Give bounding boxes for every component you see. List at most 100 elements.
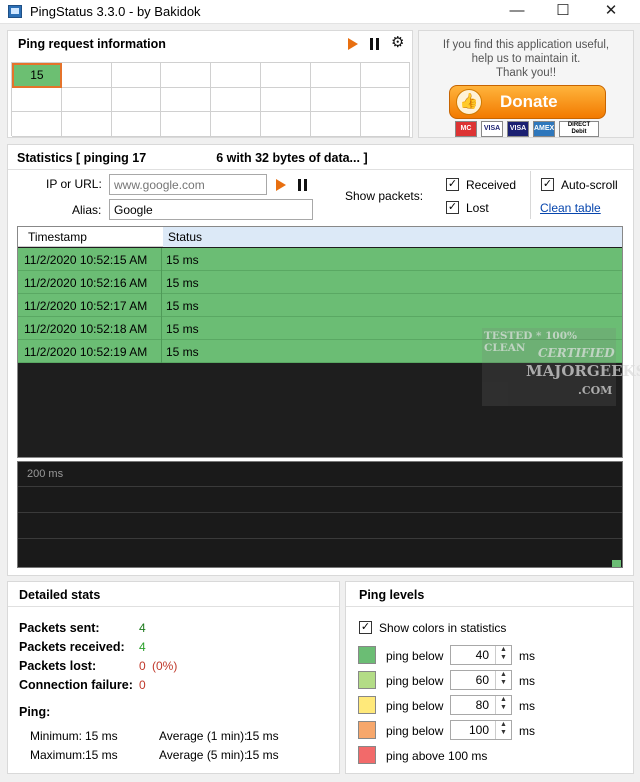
- ping-request-cell: [111, 112, 162, 137]
- show-colors-label: Show colors in statistics: [379, 621, 507, 635]
- level-value-stepper[interactable]: 80 ▲ ▼: [450, 695, 512, 715]
- clean-table-link[interactable]: Clean table: [540, 201, 601, 215]
- table-header: Timestamp Status: [18, 227, 622, 247]
- packets-received-label: Packets received:: [19, 640, 125, 654]
- lost-label: Lost: [466, 201, 489, 215]
- donate-button-label: Donate: [500, 92, 558, 111]
- minimize-button[interactable]: —: [494, 0, 540, 24]
- ip-label: IP or URL:: [46, 177, 102, 191]
- ping-request-grid: 15: [11, 62, 411, 137]
- level-value: 100: [468, 723, 489, 737]
- packets-lost-label: Packets lost:: [19, 659, 97, 673]
- ping-request-cell: [360, 63, 411, 88]
- row-status: 15 ms: [166, 253, 199, 267]
- statistics-title-text: Statistics [ pinging 17: [17, 151, 147, 165]
- ping-request-cell: [61, 63, 112, 88]
- level-value-stepper[interactable]: 40 ▲ ▼: [450, 645, 512, 665]
- ping-request-cell: [61, 112, 112, 137]
- packets-lost-value: 0: [139, 659, 146, 673]
- graph-scale-label: 200 ms: [27, 468, 64, 480]
- avg5-value: 15 ms: [246, 748, 279, 762]
- ping-request-cell: [111, 87, 162, 113]
- ip-url-input[interactable]: [109, 174, 267, 195]
- received-checkbox[interactable]: ✓: [446, 178, 459, 191]
- level-unit: ms: [519, 674, 535, 688]
- ping-label: Ping:: [19, 705, 51, 719]
- level-color-swatch[interactable]: [358, 671, 376, 689]
- spin-arrows-icon[interactable]: ▲ ▼: [495, 696, 511, 714]
- ping-request-cell: [12, 87, 62, 113]
- ping-request-cell: [211, 87, 261, 113]
- alias-label: Alias:: [72, 203, 102, 217]
- level-color-swatch[interactable]: [358, 721, 376, 739]
- avg1-value: 15 ms: [246, 729, 279, 743]
- ping-request-cell: [12, 112, 62, 137]
- lost-checkbox[interactable]: ✓: [446, 201, 459, 214]
- level-value-stepper[interactable]: 100 ▲ ▼: [450, 720, 512, 740]
- timestamp-header[interactable]: Timestamp: [28, 230, 87, 244]
- maximize-button[interactable]: ☐: [540, 0, 586, 24]
- received-label: Received: [466, 178, 517, 192]
- donate-line-2: help us to maintain it.: [471, 53, 581, 65]
- max-value: 15 ms: [85, 748, 118, 762]
- gear-icon[interactable]: ⚙: [391, 35, 404, 50]
- title-bar: PingStatus 3.3.0 - by Bakidok — ☐ ✕: [0, 0, 640, 24]
- start-ping-icon[interactable]: [276, 179, 286, 191]
- pause-icon[interactable]: [370, 38, 379, 50]
- amex-icon: AMEX: [533, 121, 555, 137]
- packets-lost-percent: (0%): [152, 659, 178, 673]
- ping-request-cell: [360, 87, 411, 113]
- ping-request-cell: [211, 112, 261, 137]
- ping-request-cell: [161, 112, 212, 137]
- row-status: 15 ms: [166, 345, 199, 359]
- show-packets-label: Show packets:: [345, 189, 424, 203]
- watermark-line-2: CERTIFIED: [538, 346, 615, 360]
- ping-request-title: Ping request information: [18, 37, 166, 51]
- detailed-stats-title: Detailed stats: [19, 588, 101, 602]
- level-color-swatch[interactable]: [358, 746, 376, 764]
- avg1-label: Average (1 min):: [159, 729, 248, 743]
- ping-request-cell: [360, 112, 411, 137]
- show-colors-checkbox[interactable]: ✓: [359, 621, 372, 634]
- ping-request-cell: [211, 63, 261, 88]
- table-row[interactable]: 11/2/2020 10:52:17 AM 15 ms: [18, 294, 622, 317]
- row-timestamp: 11/2/2020 10:52:19 AM: [24, 345, 148, 359]
- max-label: Maximum:: [30, 748, 86, 762]
- statistics-title: Statistics [ pinging 17 6 with 32 bytes o…: [17, 151, 368, 165]
- visa-icon: VISA: [481, 121, 503, 137]
- spin-arrows-icon[interactable]: ▲ ▼: [495, 671, 511, 689]
- ping-request-cell: [310, 87, 361, 113]
- majorgeeks-watermark: TESTED * 100% CLEAN CERTIFIED MAJORGEEKS…: [482, 328, 640, 406]
- autoscroll-checkbox[interactable]: ✓: [541, 178, 554, 191]
- spin-arrows-icon[interactable]: ▲ ▼: [495, 721, 511, 739]
- level-value-stepper[interactable]: 60 ▲ ▼: [450, 670, 512, 690]
- packets-sent-value: 4: [139, 621, 146, 635]
- level-label: ping below: [386, 674, 444, 688]
- level-color-swatch[interactable]: [358, 646, 376, 664]
- status-header[interactable]: Status: [168, 230, 202, 244]
- connection-failure-value: 0: [139, 678, 146, 692]
- ping-request-cell: [261, 87, 311, 113]
- donate-button[interactable]: 👍 Donate: [449, 85, 606, 119]
- close-button[interactable]: ✕: [588, 0, 634, 24]
- avg5-label: Average (5 min):: [159, 748, 248, 762]
- play-icon[interactable]: [348, 38, 358, 50]
- ping-graph: 200 ms: [17, 461, 623, 568]
- mastercard-icon: MC: [455, 121, 477, 137]
- stop-ping-icon[interactable]: [298, 179, 307, 191]
- alias-input[interactable]: [109, 199, 313, 220]
- level-value: 60: [475, 673, 489, 687]
- row-timestamp: 11/2/2020 10:52:17 AM: [24, 299, 148, 313]
- row-timestamp: 11/2/2020 10:52:15 AM: [24, 253, 148, 267]
- statistics-title-tail: 6 with 32 bytes of data... ]: [216, 151, 368, 165]
- table-row[interactable]: 11/2/2020 10:52:15 AM 15 ms: [18, 248, 622, 271]
- table-row[interactable]: 11/2/2020 10:52:16 AM 15 ms: [18, 271, 622, 294]
- app-icon: [8, 5, 22, 18]
- ping-levels-title: Ping levels: [359, 588, 425, 602]
- thumbs-up-icon: 👍: [456, 89, 482, 115]
- ping-request-cell: [111, 63, 162, 88]
- spin-arrows-icon[interactable]: ▲ ▼: [495, 646, 511, 664]
- ping-request-cell: 15: [12, 63, 62, 88]
- detailed-stats-panel: Detailed stats Packets sent: 4 Packets r…: [7, 581, 340, 774]
- level-color-swatch[interactable]: [358, 696, 376, 714]
